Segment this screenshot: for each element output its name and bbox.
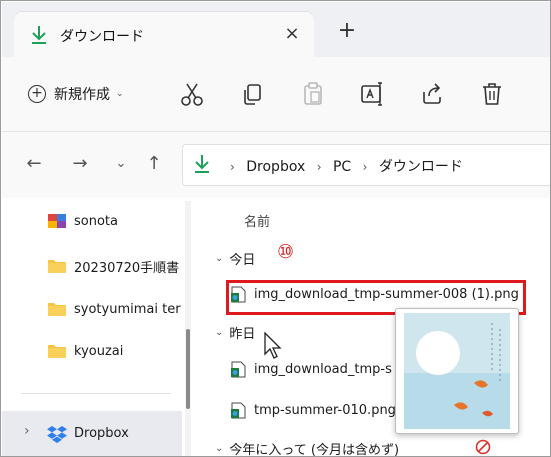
recent-locations-button[interactable]: ⌄	[109, 152, 133, 176]
sidebar-item-label: kyouzai	[74, 343, 124, 359]
file-explorer-window: ダウンロード × + + 新規作成 ⌄ ← → ⌄ ↑ › Dropbox › …	[0, 0, 551, 457]
folder-icon	[48, 345, 66, 358]
back-button[interactable]: ←	[22, 152, 46, 176]
breadcrumb-pc[interactable]: PC	[333, 159, 351, 175]
chevron-down-icon: ⌄	[215, 253, 224, 264]
file-name: tmp-summer-010.png	[254, 403, 396, 418]
group-label: 昨日	[229, 327, 256, 342]
png-file-icon	[231, 402, 246, 419]
up-button[interactable]: ↑	[142, 152, 166, 176]
tab-strip: ダウンロード × +	[2, 2, 550, 58]
breadcrumb-separator: ›	[230, 160, 235, 174]
group-header-this-year[interactable]: ⌄ 今年に入って (今月は含めず)	[215, 439, 400, 457]
scrollbar-thumb[interactable]	[186, 329, 190, 409]
sidebar-item-label: syotyumimai ter	[74, 301, 181, 317]
tab-close-button[interactable]: ×	[280, 22, 304, 46]
mouse-pointer-icon	[264, 332, 282, 359]
folder-icon	[48, 303, 66, 316]
share-icon[interactable]	[418, 80, 446, 108]
new-button-label: 新規作成	[54, 87, 110, 103]
group-label: 今日	[229, 253, 256, 268]
sidebar-divider	[21, 393, 171, 394]
forward-button[interactable]: →	[68, 152, 92, 176]
list-item[interactable]: tmp-summer-010.png	[231, 402, 396, 419]
address-bar[interactable]: › Dropbox › PC › ダウンロード	[182, 144, 550, 186]
breadcrumb-separator: ›	[362, 160, 368, 174]
breadcrumb-dropbox[interactable]: Dropbox	[246, 159, 305, 175]
sidebar-item-label: sonota	[74, 213, 118, 229]
sidebar-item-kyouzai[interactable]: kyouzai	[48, 340, 123, 362]
command-bar: + 新規作成 ⌄	[2, 57, 550, 131]
breadcrumb: › Dropbox › PC › ダウンロード	[223, 156, 463, 176]
new-button[interactable]: + 新規作成 ⌄	[28, 77, 124, 111]
chevron-down-icon: ⌄	[116, 89, 124, 99]
delete-icon[interactable]	[478, 80, 506, 108]
folder-icon	[48, 260, 66, 273]
cut-icon[interactable]	[178, 80, 206, 108]
sidebar-item-label: Dropbox	[74, 426, 129, 441]
drag-thumbnail	[395, 308, 519, 434]
png-file-icon	[231, 361, 246, 378]
download-icon	[32, 26, 46, 44]
no-drop-icon	[475, 439, 491, 455]
rename-icon[interactable]	[358, 80, 386, 108]
copy-icon[interactable]	[238, 80, 266, 108]
tab-downloads[interactable]: ダウンロード ×	[14, 12, 314, 58]
sidebar-scrollbar[interactable]	[185, 201, 191, 456]
colorful-folder-icon	[48, 214, 66, 228]
annotation-step-number: ⑩	[277, 241, 295, 263]
list-item[interactable]: img_download_tmp-s	[231, 361, 392, 378]
image-preview	[404, 313, 510, 429]
paste-icon[interactable]	[299, 80, 327, 108]
navigation-bar: ← → ⌄ ↑ › Dropbox › PC › ダウンロード	[2, 132, 550, 198]
group-label: 今年に入って (今月は含めず)	[229, 443, 400, 457]
breadcrumb-separator: ›	[316, 160, 322, 174]
file-name: img_download_tmp-s	[254, 362, 392, 377]
dropbox-icon	[47, 426, 67, 443]
sidebar-item-syotyumimai[interactable]: syotyumimai ter	[48, 298, 181, 320]
tab-title: ダウンロード	[60, 29, 144, 45]
column-header-name[interactable]: 名前	[244, 211, 270, 230]
sidebar-item-label: 20230720手順書	[74, 260, 180, 276]
chevron-down-icon: ⌄	[215, 443, 224, 454]
group-header-yesterday[interactable]: ⌄ 昨日	[215, 323, 255, 342]
plus-circle-icon: +	[28, 85, 46, 103]
chevron-down-icon: ⌄	[215, 327, 224, 338]
group-header-today[interactable]: ⌄ 今日	[215, 249, 255, 268]
download-icon	[195, 155, 209, 173]
sidebar-item-sonota[interactable]: sonota	[48, 210, 118, 232]
expand-chevron-icon[interactable]: ›	[24, 423, 30, 439]
sidebar-item-20230720[interactable]: 20230720手順書	[48, 255, 179, 277]
breadcrumb-downloads[interactable]: ダウンロード	[379, 159, 463, 175]
sidebar-item-dropbox[interactable]: › Dropbox	[2, 411, 182, 456]
new-tab-button[interactable]: +	[335, 20, 359, 44]
